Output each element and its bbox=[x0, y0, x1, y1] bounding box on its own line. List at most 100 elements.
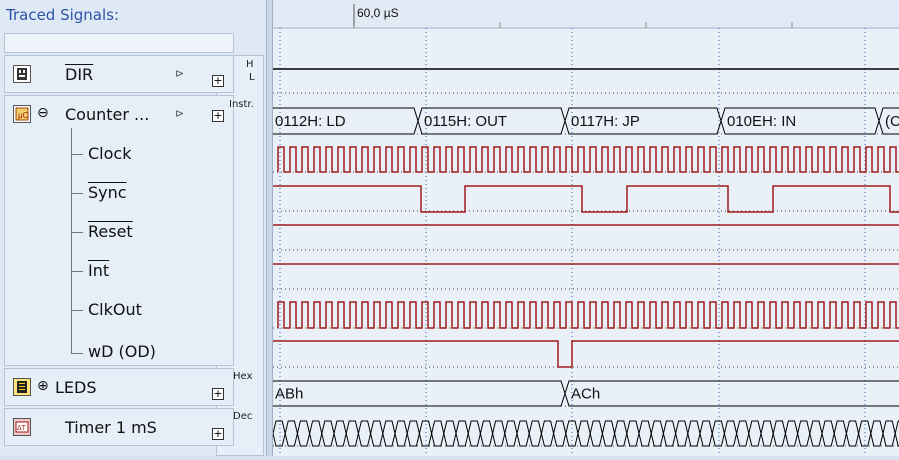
add-trace-button[interactable]: + bbox=[212, 110, 224, 122]
waveform-leds: ABh ACh bbox=[268, 380, 899, 407]
bus-value-label: ABh bbox=[275, 386, 303, 403]
bus-segment bbox=[589, 420, 603, 447]
bus-value-label: (C bbox=[885, 113, 899, 130]
bus-segment bbox=[492, 420, 506, 447]
timer-icon: ΔT bbox=[13, 418, 31, 436]
type-label-l: L bbox=[249, 72, 255, 83]
bus-segment bbox=[443, 420, 457, 447]
bus-segment bbox=[284, 420, 298, 447]
bus-segment bbox=[553, 420, 567, 447]
type-label-dec: Dec bbox=[233, 411, 253, 422]
bus-segment bbox=[382, 420, 396, 447]
panel-title: Traced Signals: bbox=[6, 6, 120, 24]
bus-segment bbox=[431, 420, 445, 447]
tree-branch bbox=[71, 193, 83, 194]
bus-segment bbox=[699, 420, 713, 447]
bus-segment bbox=[809, 420, 823, 447]
waveform-clkout bbox=[277, 301, 899, 329]
bus-segment bbox=[870, 420, 884, 447]
bus-segment bbox=[601, 420, 616, 447]
waveform-instructions: 0112H: LD 0115H: OUT 0117H: JP 010EH: IN (C bbox=[268, 107, 899, 135]
bus-segment bbox=[687, 420, 701, 447]
bus-segment bbox=[309, 420, 323, 447]
bus-segment bbox=[797, 420, 811, 447]
bus-segment bbox=[626, 420, 640, 447]
signal-label-timer: Timer 1 mS bbox=[65, 418, 157, 437]
tree-branch bbox=[71, 353, 83, 354]
bus-segment bbox=[662, 420, 677, 447]
bus-segment bbox=[711, 420, 725, 447]
signal-row-timer[interactable]: ΔT Timer 1 mS bbox=[4, 408, 234, 446]
tree-line bbox=[71, 128, 72, 354]
tree-branch bbox=[71, 232, 83, 233]
bus-segment bbox=[504, 420, 518, 447]
signal-label-reset[interactable]: Reset bbox=[88, 222, 133, 241]
bus-segment bbox=[577, 420, 591, 447]
add-trace-button[interactable]: + bbox=[212, 428, 224, 440]
bus-value-label: 0117H: JP bbox=[571, 113, 640, 130]
bus-segment bbox=[882, 420, 896, 447]
time-marker-label: 60,0 µS bbox=[357, 6, 399, 20]
bus-segment bbox=[564, 380, 899, 407]
bus-segment bbox=[321, 420, 335, 447]
signal-filter-field[interactable] bbox=[4, 33, 234, 53]
led-icon bbox=[13, 378, 31, 396]
signal-label-int[interactable]: Int bbox=[88, 261, 109, 280]
bus-segment bbox=[821, 420, 835, 447]
expand-icon[interactable]: ⊕ bbox=[37, 378, 49, 394]
waveform-area[interactable]: 60,0 µS 0112H: LD 0115H: OUT 0117H: JP 010E… bbox=[268, 0, 899, 456]
bus-segment bbox=[333, 420, 347, 447]
bus-segment bbox=[736, 420, 750, 447]
signal-label-clock[interactable]: Clock bbox=[88, 144, 131, 163]
waveform-clock bbox=[277, 146, 899, 173]
clock-trace bbox=[277, 301, 899, 329]
signal-label-wd[interactable]: wD (OD) bbox=[88, 342, 163, 361]
signal-label-clkout[interactable]: ClkOut bbox=[88, 300, 142, 319]
bus-segment bbox=[516, 420, 530, 447]
chip-icon bbox=[13, 65, 31, 83]
bus-segment bbox=[614, 420, 628, 447]
panel-splitter[interactable] bbox=[266, 0, 273, 456]
bus-segment bbox=[650, 420, 664, 447]
bus-value-label: 010EH: IN bbox=[727, 113, 796, 130]
bus-segment bbox=[772, 420, 786, 447]
bus-segment bbox=[638, 420, 652, 447]
bus-segment bbox=[760, 420, 774, 447]
bus-segment bbox=[296, 420, 311, 447]
bus-segment bbox=[540, 420, 555, 447]
signal-row-dir[interactable]: DIR ⊳ bbox=[4, 55, 234, 93]
svg-text:ΔT: ΔT bbox=[17, 425, 27, 432]
type-label-h: H bbox=[246, 59, 254, 70]
bus-segment bbox=[784, 420, 799, 447]
tree-branch bbox=[71, 154, 83, 155]
signal-label-sync[interactable]: Sync bbox=[88, 183, 127, 202]
bus-value-label: 0115H: OUT bbox=[424, 113, 507, 130]
clock-trace bbox=[277, 146, 899, 173]
waveform-canvas: 60,0 µS 0112H: LD 0115H: OUT 0117H: JP 010E… bbox=[268, 0, 899, 456]
signal-group-counter[interactable]: µC ⊖ Counter ... ⊳ Clock Sync Reset Int … bbox=[4, 95, 234, 366]
add-trace-button[interactable]: + bbox=[212, 388, 224, 400]
bus-segment bbox=[833, 420, 847, 447]
type-label-instr: Instr. bbox=[229, 99, 254, 110]
bus-segment bbox=[748, 420, 762, 447]
signal-row-leds[interactable]: ⊕ LEDS bbox=[4, 368, 234, 406]
bus-segment bbox=[845, 420, 860, 447]
signal-label-dir: DIR bbox=[65, 65, 94, 84]
bus-segment bbox=[272, 420, 286, 447]
expand-arrow-icon[interactable]: ⊳ bbox=[175, 67, 184, 80]
expand-arrow-icon[interactable]: ⊳ bbox=[175, 107, 184, 120]
bus-segment bbox=[455, 420, 469, 447]
bus-segment bbox=[723, 420, 738, 447]
bus-segment bbox=[528, 420, 542, 447]
waveform-timer bbox=[272, 420, 899, 447]
bus-segment bbox=[479, 420, 494, 447]
bus-segment bbox=[370, 420, 384, 447]
add-trace-button[interactable]: + bbox=[212, 75, 224, 87]
traced-signals-panel: Traced Signals: DIR ⊳ + H L µC ⊖ Counter… bbox=[0, 0, 266, 456]
signal-label-counter: Counter ... bbox=[65, 105, 150, 124]
microcontroller-icon: µC bbox=[13, 105, 31, 123]
bus-segment bbox=[406, 420, 420, 447]
bus-segment bbox=[268, 380, 566, 407]
bus-value-label: ACh bbox=[571, 386, 600, 403]
collapse-icon[interactable]: ⊖ bbox=[37, 105, 49, 121]
